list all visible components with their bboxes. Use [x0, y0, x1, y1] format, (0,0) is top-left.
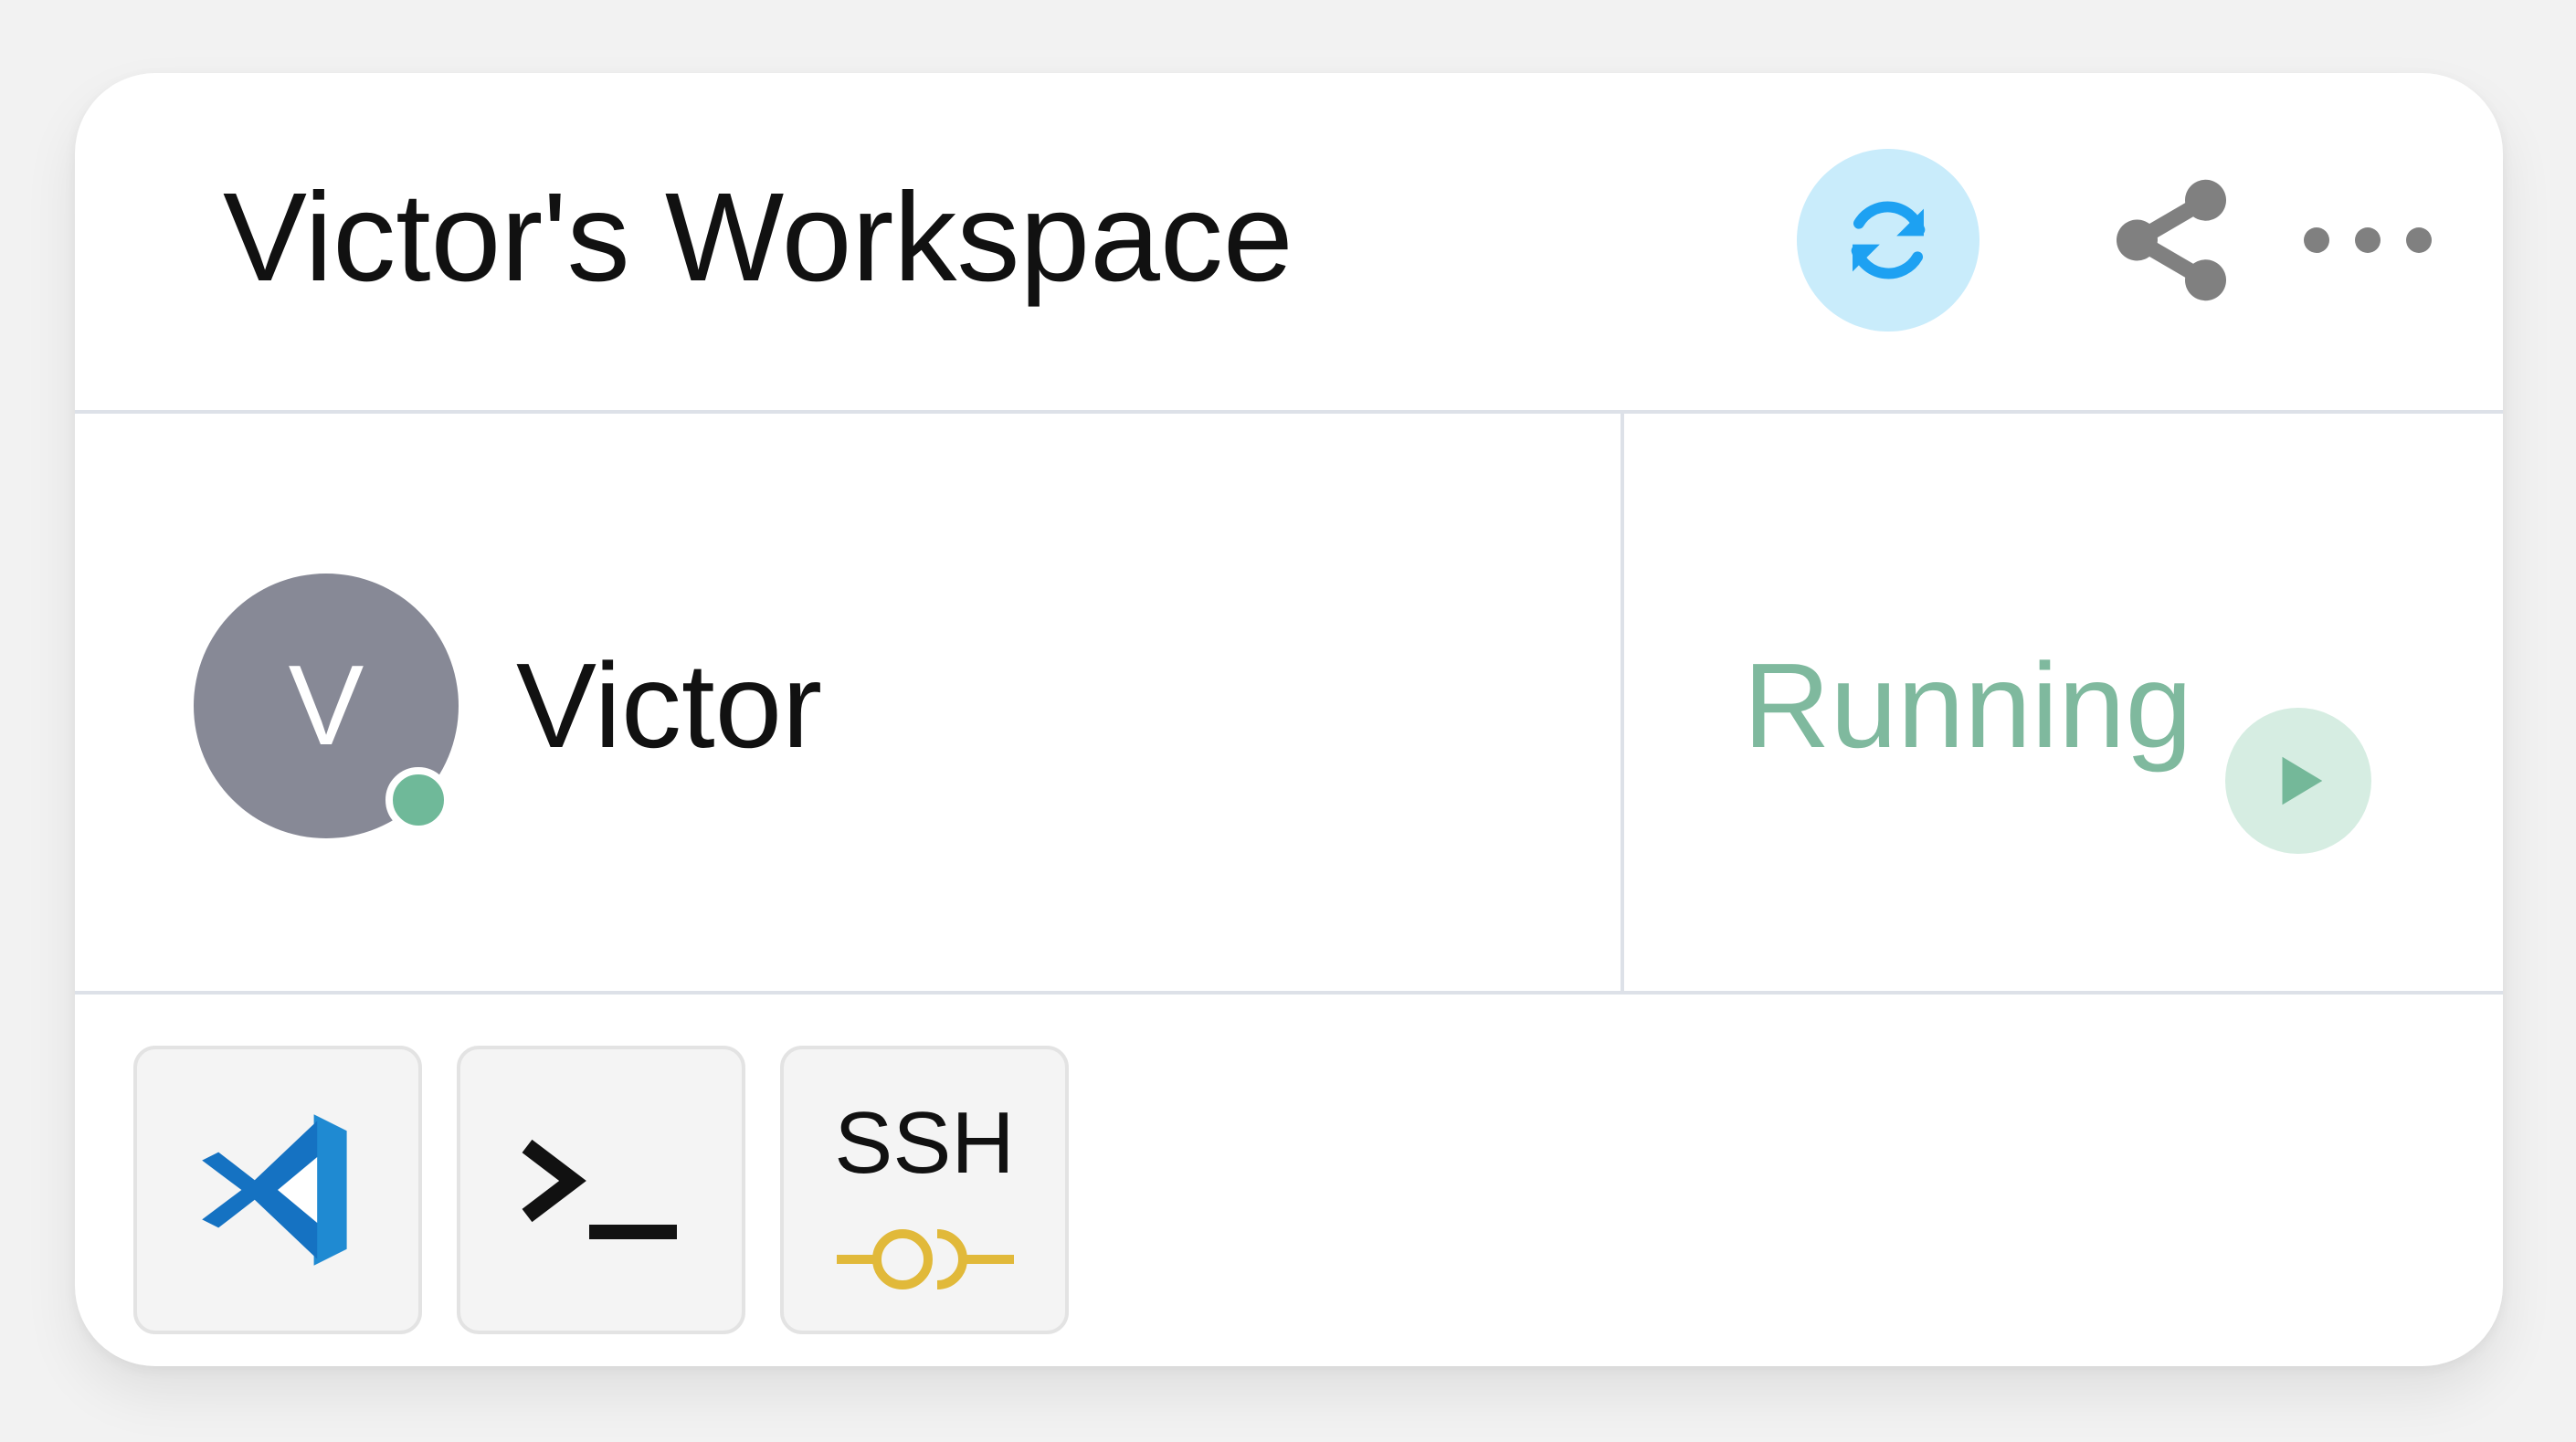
- status-cell: Running: [1624, 414, 2503, 991]
- refresh-button[interactable]: [1797, 149, 1980, 332]
- ssh-label: SSH: [834, 1094, 1015, 1192]
- owner-cell: V Victor: [75, 414, 1624, 991]
- terminal-button[interactable]: [457, 1046, 745, 1334]
- start-button[interactable]: [2225, 708, 2371, 854]
- play-icon: [2282, 756, 2323, 805]
- vscode-icon: [202, 1114, 347, 1266]
- ssh-button[interactable]: SSH: [780, 1046, 1069, 1334]
- terminal-icon: [522, 1139, 677, 1239]
- owner-name: Victor: [516, 638, 823, 773]
- workspace-card: Victor's Workspace V Victor Running SSH: [75, 73, 2503, 1366]
- share-button[interactable]: [2103, 172, 2240, 309]
- workspace-title: Victor's Workspace: [223, 167, 1293, 308]
- share-icon: [2117, 179, 2226, 301]
- avatar-initial: V: [288, 643, 364, 769]
- card-body: V Victor Running: [75, 414, 2503, 995]
- refresh-icon: [1851, 201, 1926, 279]
- more-dots-icon: [2304, 227, 2432, 253]
- online-status-dot: [385, 767, 451, 833]
- ssh-key-icon: [837, 1229, 1014, 1289]
- apps-bar: SSH: [75, 995, 2503, 1366]
- vscode-button[interactable]: [133, 1046, 422, 1334]
- status-label: Running: [1743, 638, 2192, 773]
- more-options-button[interactable]: [2295, 195, 2441, 286]
- card-header: Victor's Workspace: [75, 73, 2503, 414]
